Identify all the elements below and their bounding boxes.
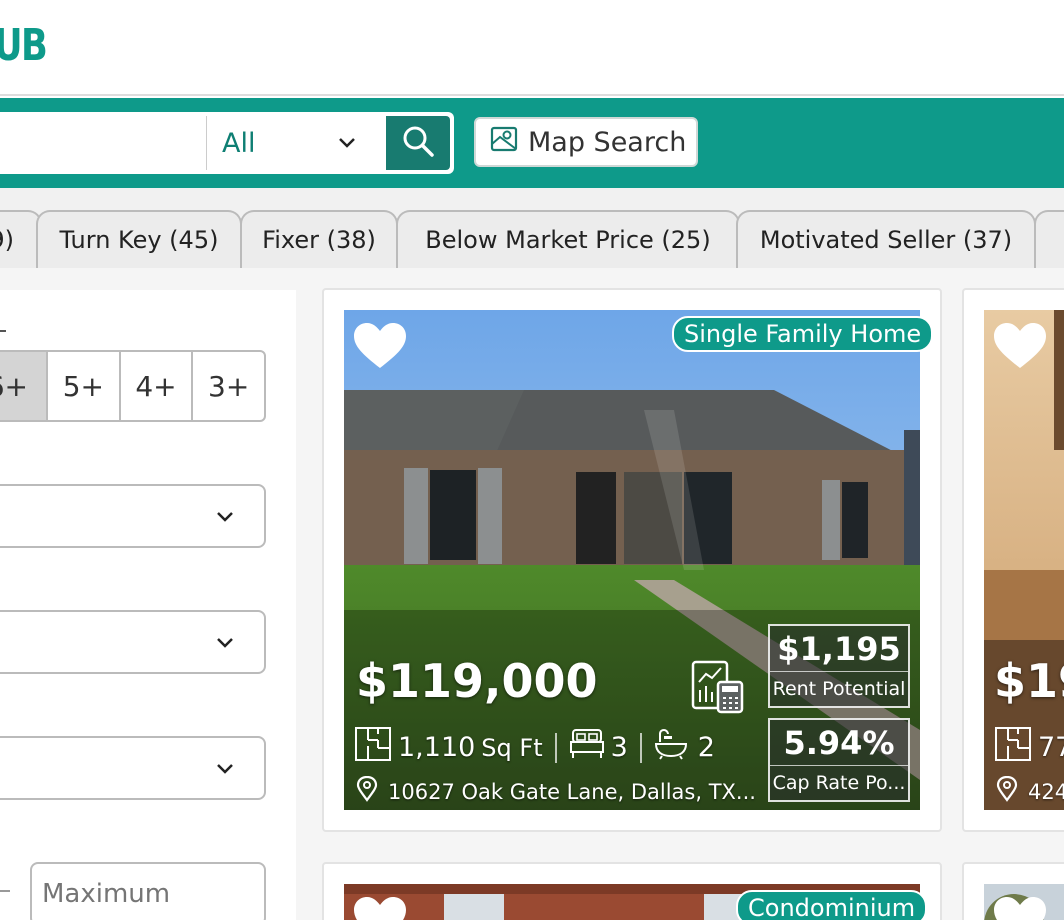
cap-rate-value: 5.94%: [770, 720, 908, 766]
listing-sqft-unit: Sq Ft: [481, 733, 543, 762]
floorplan-icon: [354, 726, 392, 769]
property-type-select[interactable]: All: [222, 116, 372, 170]
search-bar: All Map Search: [0, 98, 1064, 188]
favorite-heart-icon[interactable]: [992, 322, 1048, 376]
search-box: All: [0, 112, 454, 174]
metric-divider: [639, 732, 642, 763]
listing-metrics: 1,110 Sq Ft 3 2: [354, 726, 715, 769]
listing-card[interactable]: [962, 862, 1064, 920]
tab-motivated-seller[interactable]: Motivated Seller (37): [736, 210, 1036, 268]
tab-fixer[interactable]: Fixer (38): [240, 210, 398, 268]
tab-more[interactable]: [1034, 210, 1064, 268]
chevron-down-icon: [216, 756, 234, 780]
listing-card[interactable]: Single Family Home $119,000 1,110 Sq Ft …: [322, 288, 942, 832]
filter-label-fragment: [0, 330, 6, 332]
search-input[interactable]: [0, 116, 196, 170]
search-icon: [401, 124, 435, 162]
property-type-value: All: [222, 127, 256, 159]
page: UB All Map Search 9: [0, 0, 1064, 920]
floorplan-icon: [994, 726, 1032, 769]
filter-option[interactable]: 5+: [46, 352, 119, 420]
filter-select-1[interactable]: [0, 484, 266, 548]
chevron-down-icon: [216, 630, 234, 654]
search-divider: [206, 116, 207, 170]
favorite-heart-icon[interactable]: [352, 896, 408, 920]
maximum-input[interactable]: [30, 862, 266, 920]
listing-sqft: 77: [1038, 732, 1064, 763]
tab-below-market-price[interactable]: Below Market Price (25): [396, 210, 740, 268]
site-logo[interactable]: UB: [0, 20, 48, 71]
listing-sqft: 1,110: [398, 732, 476, 763]
location-pin-icon: [996, 775, 1018, 807]
bed-icon: [569, 728, 605, 767]
bath-icon: [654, 728, 688, 767]
bedroom-filter-group: 6+ 5+ 4+ 3+: [0, 350, 266, 422]
search-button[interactable]: [386, 116, 450, 170]
filter-select-3[interactable]: [0, 736, 266, 800]
chevron-down-icon: [338, 133, 356, 154]
rent-potential-label: Rent Potential: [772, 678, 906, 700]
filter-option[interactable]: 4+: [118, 352, 192, 420]
listing-metrics: 77: [994, 726, 1064, 769]
cap-rate-label: Cap Rate Po...: [772, 772, 906, 794]
filter-select-2[interactable]: [0, 610, 266, 674]
range-dash: [0, 890, 10, 892]
property-type-badge: Condominium: [736, 890, 928, 920]
map-icon: [490, 125, 518, 160]
location-pin-icon: [356, 775, 378, 807]
map-search-label: Map Search: [528, 126, 687, 158]
map-search-button[interactable]: Map Search: [474, 117, 698, 167]
listing-price: $119,000: [356, 654, 598, 708]
property-type-badge: Single Family Home: [672, 316, 934, 352]
listing-card[interactable]: $19 77 424: [962, 288, 1064, 832]
listing-card[interactable]: Condominium: [322, 862, 942, 920]
listing-baths: 2: [697, 732, 715, 763]
rent-potential-box: $1,195 Rent Potential: [768, 624, 910, 708]
filter-option[interactable]: 6+: [0, 352, 46, 420]
listing-price: $19: [994, 654, 1064, 708]
chevron-down-icon: [216, 504, 234, 528]
metric-divider: [554, 732, 557, 763]
favorite-heart-icon[interactable]: [992, 896, 1048, 920]
cap-rate-box: 5.94% Cap Rate Po...: [768, 718, 910, 802]
listing-address: 424: [1028, 779, 1064, 804]
listing-address-row[interactable]: 424: [996, 775, 1064, 807]
category-tabs: 9) Turn Key (45) Fixer (38) Below Market…: [0, 188, 1064, 268]
favorite-heart-icon[interactable]: [352, 322, 408, 376]
rent-potential-value: $1,195: [770, 626, 908, 672]
site-header: UB: [0, 0, 1064, 96]
filter-option[interactable]: 3+: [191, 352, 264, 420]
listing-address-row[interactable]: 10627 Oak Gate Lane, Dallas, TX...: [356, 775, 756, 807]
calculator-chart-icon[interactable]: [690, 658, 746, 718]
listing-address: 10627 Oak Gate Lane, Dallas, TX...: [388, 779, 756, 804]
tab-turn-key[interactable]: Turn Key (45): [36, 210, 242, 268]
listing-beds: 3: [610, 732, 628, 763]
